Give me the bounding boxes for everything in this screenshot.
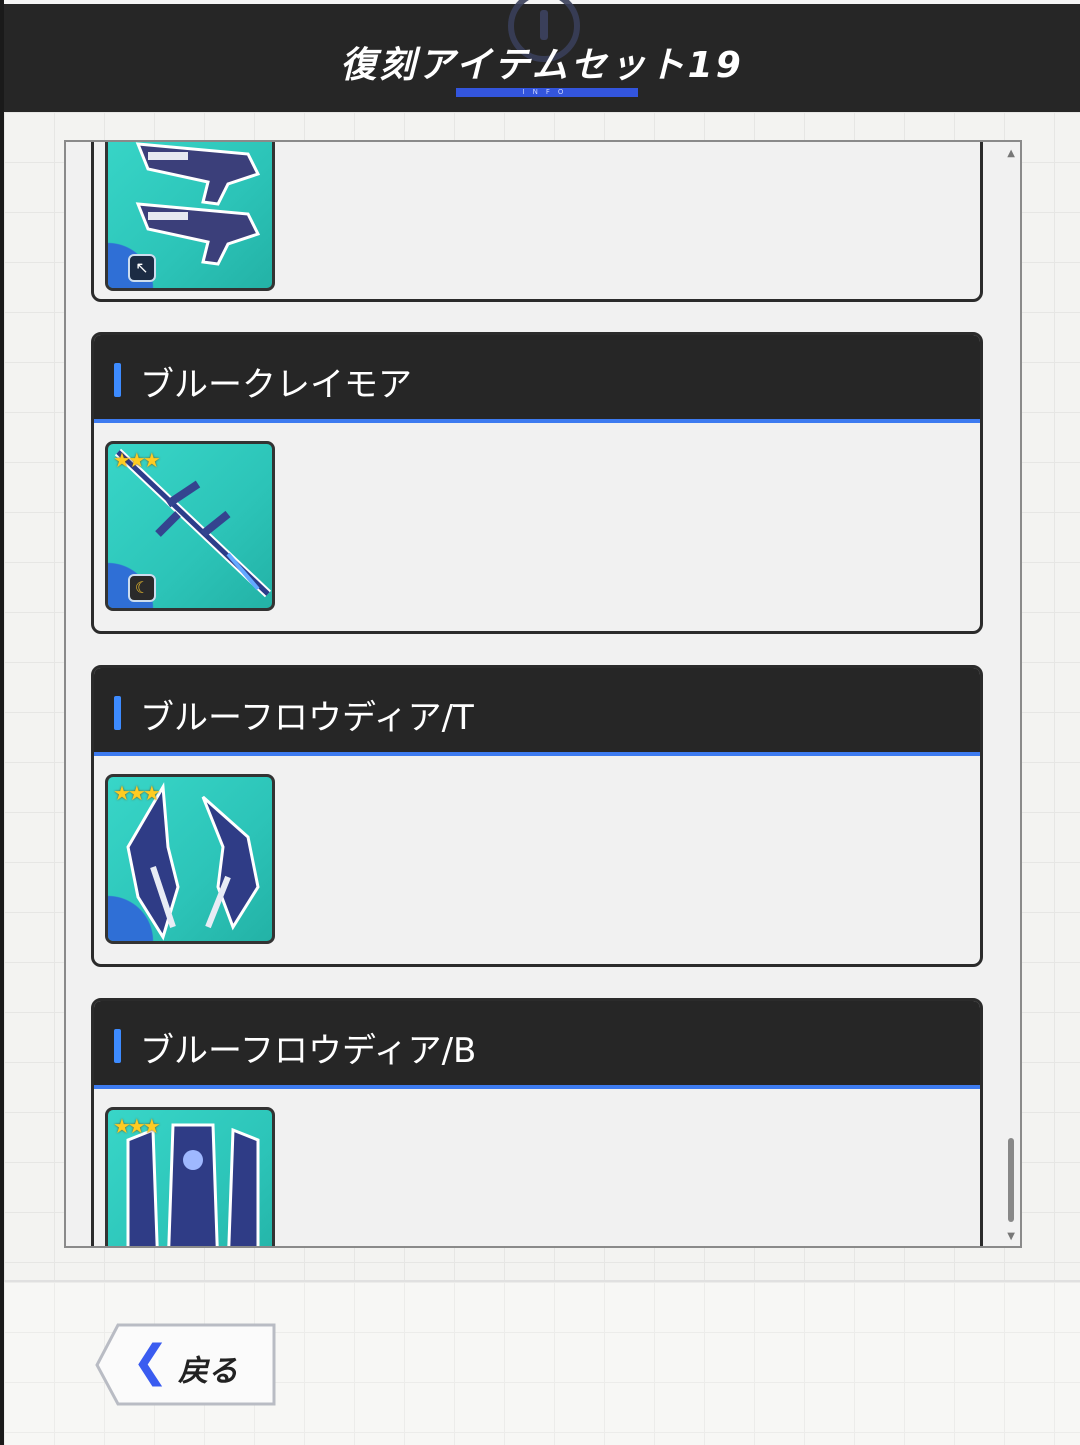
arrow-badge-icon: ↖ (128, 254, 156, 282)
item-corner (108, 871, 178, 941)
item-image[interactable]: ↖ (105, 142, 275, 291)
item-card: ブルーフロウディア/B ★★★ (91, 998, 983, 1246)
item-name: ブルークレイモア (140, 365, 412, 405)
header-accent (114, 1029, 121, 1063)
item-name: ブルーフロウディア/T (140, 698, 474, 738)
scroll-up-icon[interactable]: ▲ (1007, 148, 1015, 159)
item-card-header: ブルーフロウディア/T (94, 668, 980, 756)
rarity-stars: ★★★ (113, 1114, 161, 1138)
item-name: ブルーフロウディア/B (140, 1031, 477, 1071)
header-accent (114, 696, 121, 730)
item-list-panel[interactable]: ↖ ブルークレイモア ★★★ ☾ ブルーフロウディア/T ★★★ ブルーフロウデ… (64, 140, 1022, 1248)
item-image[interactable]: ★★★ (105, 1107, 275, 1246)
item-image[interactable]: ★★★ ☾ (105, 441, 275, 611)
item-card: ブルーフロウディア/T ★★★ (91, 665, 983, 967)
scroll-down-icon[interactable]: ▼ (1007, 1231, 1015, 1242)
item-card-header: ブルークレイモア (94, 335, 980, 423)
item-card: ブルークレイモア ★★★ ☾ (91, 332, 983, 634)
chevron-left-icon: ❮ (132, 1336, 169, 1387)
item-card: ↖ (91, 142, 983, 302)
info-label-bar: INFO (456, 88, 638, 97)
item-image[interactable]: ★★★ (105, 774, 275, 944)
moon-badge-icon: ☾ (128, 574, 156, 602)
back-button-label: 戻る (178, 1354, 238, 1389)
page-title: 復刻アイテムセット19 (340, 45, 744, 86)
rarity-stars: ★★★ (113, 448, 161, 472)
scrollbar-thumb[interactable] (1008, 1138, 1014, 1222)
header-accent (114, 363, 121, 397)
item-card-header: ブルーフロウディア/B (94, 1001, 980, 1089)
rarity-stars: ★★★ (113, 781, 161, 805)
back-button[interactable]: ❮ 戻る (94, 1322, 278, 1408)
page-header: 復刻アイテムセット19 INFO (4, 0, 1080, 112)
